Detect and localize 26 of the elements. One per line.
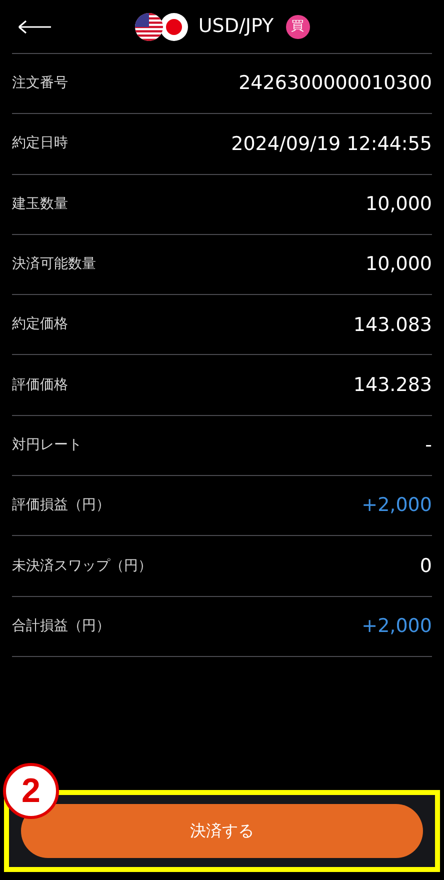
row-value: 0 [420, 554, 432, 579]
row-value: +2,000 [362, 614, 432, 640]
row-value: 143.083 [353, 312, 432, 338]
row-value: - [425, 433, 432, 458]
row-label: 合計損益（円） [12, 616, 110, 636]
flags-icon [134, 10, 190, 42]
back-arrow-icon[interactable] [18, 20, 52, 34]
row-value: 2426300000010300 [238, 71, 432, 96]
row-value: +2,000 [362, 493, 432, 518]
row-label: 注文番号 [12, 74, 68, 94]
row-value: 143.283 [353, 372, 432, 398]
row-value: 10,000 [366, 252, 432, 278]
row-label: 約定価格 [12, 315, 68, 334]
row-label: 評価価格 [12, 376, 68, 395]
row-label: 建玉数量 [12, 194, 68, 214]
row-label: 約定日時 [12, 134, 68, 154]
currency-pair: USD/JPY [198, 14, 274, 40]
row-label: 未決済スワップ（円） [12, 556, 152, 576]
row-label: 決済可能数量 [12, 255, 96, 274]
row-label: 対円レート [12, 436, 82, 455]
step-marker: 2 [3, 763, 59, 819]
buy-badge: 買 [286, 14, 310, 38]
row-value: 2024/09/19 12:44:55 [231, 132, 432, 157]
row-label: 評価損益（円） [12, 496, 110, 516]
settle-button[interactable]: 決済する [21, 804, 423, 858]
row-value: 10,000 [366, 192, 432, 217]
